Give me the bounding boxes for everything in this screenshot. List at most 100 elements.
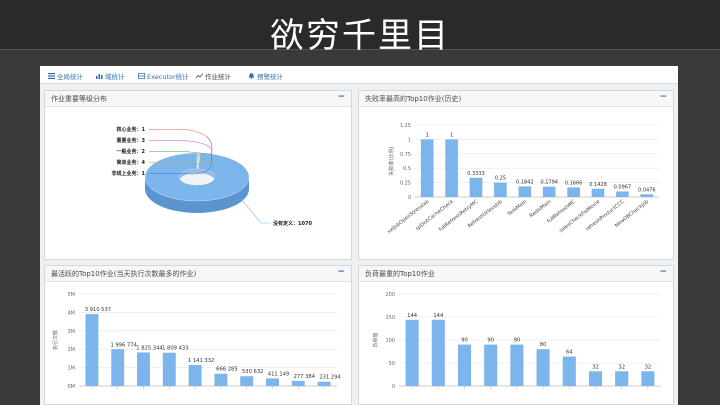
- bar: [431, 319, 445, 386]
- panel-title: 负荷最重的Top10作业: [365, 270, 435, 278]
- collapse-button[interactable]: −: [659, 267, 667, 277]
- y-tick-label: 0M: [68, 384, 76, 390]
- y-tick-label: 0: [392, 384, 395, 390]
- y-tick-label: 0.25: [400, 181, 411, 187]
- collapse-button[interactable]: −: [337, 267, 345, 277]
- data-label: 0.1428: [589, 182, 607, 188]
- data-label: 530 632: [242, 369, 263, 375]
- bar: [162, 352, 176, 386]
- tab-global-stats[interactable]: 全局统计: [48, 69, 83, 83]
- tab-alert-stats[interactable]: 预警统计: [248, 69, 283, 83]
- dashboard-window: 全局统计 域统计 Executor统计 作业统计 预警统计 作业重要等级分布 −…: [40, 66, 678, 405]
- active-bar-chart: 0M 1M 2M 3M 4M 5M 执行次数 3 910 537 1 996 7741 825 …: [52, 292, 342, 390]
- bar: [188, 364, 202, 386]
- collapse-button[interactable]: −: [659, 92, 667, 102]
- bell-icon: [248, 73, 255, 79]
- data-label: 90: [487, 338, 494, 344]
- bar: [616, 191, 629, 197]
- data-label: 144: [407, 313, 418, 319]
- panel-title: 失败率最高的Top10作业(历史): [365, 95, 462, 103]
- bar: [405, 319, 419, 386]
- data-label: 80: [540, 342, 547, 348]
- tab-job-stats[interactable]: 作业统计: [196, 69, 231, 83]
- x-tick-label: salesCheckFaiMovie: [558, 199, 601, 234]
- data-label: 0.1666: [565, 180, 583, 186]
- bar: [484, 344, 498, 386]
- importance-donut-chart: 核心业务：1 重要业务：3 一般业务：2 简单业务：4 非线上业务：1 没有定义：1070: [112, 126, 313, 227]
- leader-line: [240, 198, 271, 224]
- bar: [291, 380, 305, 386]
- leader-line: [149, 140, 213, 155]
- bar: [518, 186, 532, 197]
- panel-load: 负荷最重的Top10作业 − 0 50 100 150 200 负荷值 144 144 90 90…: [358, 265, 674, 405]
- panel-header: 负荷最重的Top10作业 −: [359, 266, 673, 282]
- y-axis-label: 执行次数: [52, 330, 59, 350]
- data-label: 231 294: [319, 375, 341, 381]
- data-label: 32: [618, 364, 625, 370]
- failure-bar-chart: 0 0.25 0.5 0.75 1 1.25 失败率(比例) 1 xxlJobOpenStres…: [386, 123, 659, 235]
- data-label: 0.0476: [638, 187, 656, 193]
- y-tick-label: 150: [385, 315, 395, 321]
- slide-title: 欲穷千里目: [270, 16, 450, 56]
- bar: [567, 187, 580, 197]
- table-icon: [138, 73, 145, 79]
- y-tick-label: 0.75: [400, 152, 411, 158]
- y-tick-label: 1M: [68, 366, 76, 372]
- data-label: 1: [450, 132, 453, 138]
- bar: [469, 177, 483, 197]
- panel-title: 最活跃的Top10作业(当天执行次数最多的作业): [51, 270, 197, 278]
- data-label: 0.25: [495, 176, 506, 182]
- bar: [137, 352, 150, 386]
- data-label: 1 825 344: [136, 345, 163, 351]
- data-label: 1 996 774: [110, 342, 137, 348]
- tab-label: 全局统计: [57, 73, 83, 81]
- bar: [420, 139, 434, 197]
- panel-title: 作业重要等级分布: [51, 95, 107, 103]
- bar: [111, 349, 125, 386]
- y-tick-label: 100: [385, 338, 395, 344]
- data-label: 0.1842: [516, 179, 534, 185]
- leader-line: [149, 129, 213, 155]
- panel-failure: 失败率最高的Top10作业(历史) − 0 0.25 0.5 0.75 1 1.25 失败率…: [358, 90, 674, 260]
- data-label: 90: [514, 338, 521, 344]
- panel-header: 作业重要等级分布 −: [45, 91, 351, 107]
- bar: [317, 381, 331, 386]
- bar: [457, 344, 472, 386]
- data-label: 90: [461, 338, 468, 344]
- bar: [640, 194, 654, 197]
- tab-domain-stats[interactable]: 域统计: [96, 69, 125, 83]
- panel-header: 失败率最高的Top10作业(历史) −: [359, 91, 673, 107]
- data-label: 32: [645, 364, 652, 370]
- line-chart-icon: [196, 73, 203, 79]
- y-tick-label: 0.5: [403, 166, 411, 172]
- tab-executor-stats[interactable]: Executor统计: [138, 69, 189, 83]
- slice-label: 一般业务：2: [117, 148, 146, 155]
- collapse-button[interactable]: −: [337, 92, 345, 102]
- bar: [494, 182, 507, 197]
- bar: [240, 376, 254, 386]
- data-label: 666 285: [216, 367, 237, 373]
- tab-label: 域统计: [105, 73, 125, 81]
- data-label: 32: [592, 364, 599, 370]
- bar: [510, 344, 524, 386]
- slice-label: 简单业务：4: [117, 159, 146, 166]
- data-label: 411 149: [268, 371, 289, 377]
- y-tick-label: 200: [385, 292, 395, 298]
- bar: [615, 371, 629, 386]
- y-tick-label: 2M: [68, 347, 76, 353]
- bar: [588, 371, 603, 386]
- y-tick-label: 3M: [68, 329, 76, 335]
- data-label: 64: [566, 350, 573, 356]
- data-label: 1 809 433: [162, 346, 188, 352]
- bar: [266, 378, 279, 386]
- x-tick-label: RedisMain: [529, 199, 553, 219]
- data-label: 0.3333: [467, 171, 485, 177]
- bar-chart-icon: [96, 74, 103, 79]
- bar: [542, 186, 556, 197]
- data-label: 0.0967: [614, 184, 632, 190]
- slice-label: 没有定义：1070: [273, 220, 312, 227]
- tab-label: 作业统计: [205, 73, 231, 81]
- bar: [536, 349, 550, 386]
- slice-label: 核心业务：1: [117, 126, 146, 133]
- panel-header: 最活跃的Top10作业(当天执行次数最多的作业) −: [45, 266, 351, 282]
